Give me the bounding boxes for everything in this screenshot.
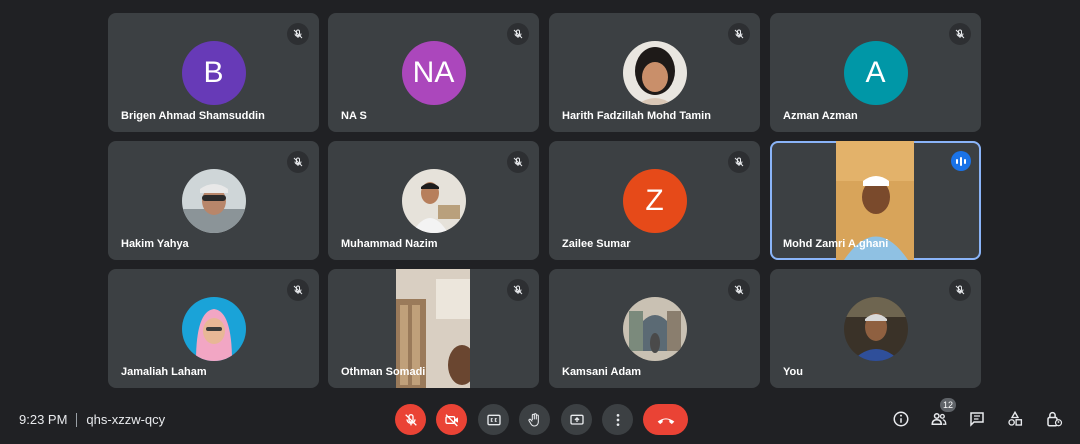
host-controls-button[interactable] bbox=[1043, 408, 1065, 430]
present-screen-button[interactable] bbox=[561, 404, 592, 435]
participant-name: Muhammad Nazim bbox=[341, 238, 438, 250]
mic-off-icon bbox=[728, 279, 750, 301]
participant-avatar: NA bbox=[401, 41, 466, 105]
participant-tile[interactable]: Jamaliah Laham bbox=[108, 269, 319, 388]
participant-tile[interactable]: NA NA S bbox=[328, 13, 539, 132]
participant-avatar: B bbox=[181, 41, 246, 105]
participant-photo bbox=[181, 297, 246, 361]
mic-off-icon bbox=[287, 151, 309, 173]
camera-toggle-button[interactable] bbox=[436, 404, 467, 435]
meeting-code[interactable]: qhs-xzzw-qcy bbox=[86, 412, 165, 427]
mic-off-icon bbox=[728, 23, 750, 45]
speaking-indicator-icon bbox=[951, 151, 971, 171]
participant-avatar: Z bbox=[622, 169, 687, 233]
participant-name: Hakim Yahya bbox=[121, 238, 189, 250]
captions-icon bbox=[486, 414, 501, 425]
mic-off-icon bbox=[507, 151, 529, 173]
participant-photo bbox=[843, 297, 908, 361]
participant-name: Othman Somadi bbox=[341, 366, 426, 378]
mic-off-icon bbox=[728, 151, 750, 173]
participant-photo bbox=[622, 297, 687, 361]
participant-tile-active-speaker[interactable]: Mohd Zamri A.ghani bbox=[770, 141, 981, 260]
mic-off-icon bbox=[507, 279, 529, 301]
mic-off-icon bbox=[949, 23, 971, 45]
mic-off-icon bbox=[287, 279, 309, 301]
captions-button[interactable] bbox=[478, 404, 509, 435]
hand-icon bbox=[527, 412, 539, 427]
participant-name: Mohd Zamri A.ghani bbox=[783, 238, 889, 250]
mic-off-icon bbox=[949, 279, 971, 301]
participant-photo bbox=[401, 169, 466, 233]
raise-hand-button[interactable] bbox=[519, 404, 550, 435]
activities-shapes-icon bbox=[1008, 410, 1023, 426]
participant-tile[interactable]: Muhammad Nazim bbox=[328, 141, 539, 260]
lock-person-icon bbox=[1047, 411, 1063, 427]
mic-off-icon bbox=[287, 23, 309, 45]
participant-tile[interactable]: Hakim Yahya bbox=[108, 141, 319, 260]
participant-name: Jamaliah Laham bbox=[121, 366, 207, 378]
info-icon bbox=[893, 411, 909, 427]
meeting-details-button[interactable] bbox=[890, 408, 912, 430]
participant-name: Brigen Ahmad Shamsuddin bbox=[121, 110, 265, 122]
mic-off-icon bbox=[404, 413, 417, 426]
participant-tile[interactable]: Harith Fadzillah Mohd Tamin bbox=[549, 13, 760, 132]
participant-name: Harith Fadzillah Mohd Tamin bbox=[562, 110, 711, 122]
meeting-time: 9:23 PM bbox=[19, 412, 68, 427]
participant-name: Kamsani Adam bbox=[562, 366, 642, 378]
microphone-toggle-button[interactable] bbox=[395, 404, 426, 435]
camera-off-icon bbox=[444, 413, 458, 426]
leave-call-button[interactable] bbox=[643, 404, 688, 435]
participant-name: Zailee Sumar bbox=[562, 238, 631, 250]
participant-name: You bbox=[783, 366, 803, 378]
participant-name: Azman Azman bbox=[783, 110, 858, 122]
more-vert-icon bbox=[616, 413, 619, 426]
participant-name: NA S bbox=[341, 110, 367, 122]
meeting-info: 9:23 PM qhs-xzzw-qcy bbox=[19, 412, 165, 427]
participant-avatar: A bbox=[843, 41, 908, 105]
divider bbox=[76, 412, 78, 427]
bottom-control-bar: 9:23 PM qhs-xzzw-qcy bbox=[0, 396, 1080, 444]
participant-tile[interactable]: A Azman Azman bbox=[770, 13, 981, 132]
participant-photo bbox=[622, 41, 687, 105]
activities-button[interactable] bbox=[1004, 408, 1026, 430]
participant-tile[interactable]: B Brigen Ahmad Shamsuddin bbox=[108, 13, 319, 132]
present-screen-icon bbox=[569, 414, 584, 425]
participant-tile[interactable]: Kamsani Adam bbox=[549, 269, 760, 388]
chat-button[interactable] bbox=[966, 408, 988, 430]
hang-up-icon bbox=[657, 417, 674, 424]
people-count-badge: 12 bbox=[940, 398, 957, 412]
participant-tile[interactable]: Othman Somadi bbox=[328, 269, 539, 388]
mic-off-icon bbox=[507, 23, 529, 45]
chat-icon bbox=[970, 412, 984, 427]
people-icon bbox=[931, 413, 947, 425]
participant-photo bbox=[181, 169, 246, 233]
participant-tile[interactable]: Z Zailee Sumar bbox=[549, 141, 760, 260]
participant-tile-self[interactable]: You bbox=[770, 269, 981, 388]
more-options-button[interactable] bbox=[602, 404, 633, 435]
